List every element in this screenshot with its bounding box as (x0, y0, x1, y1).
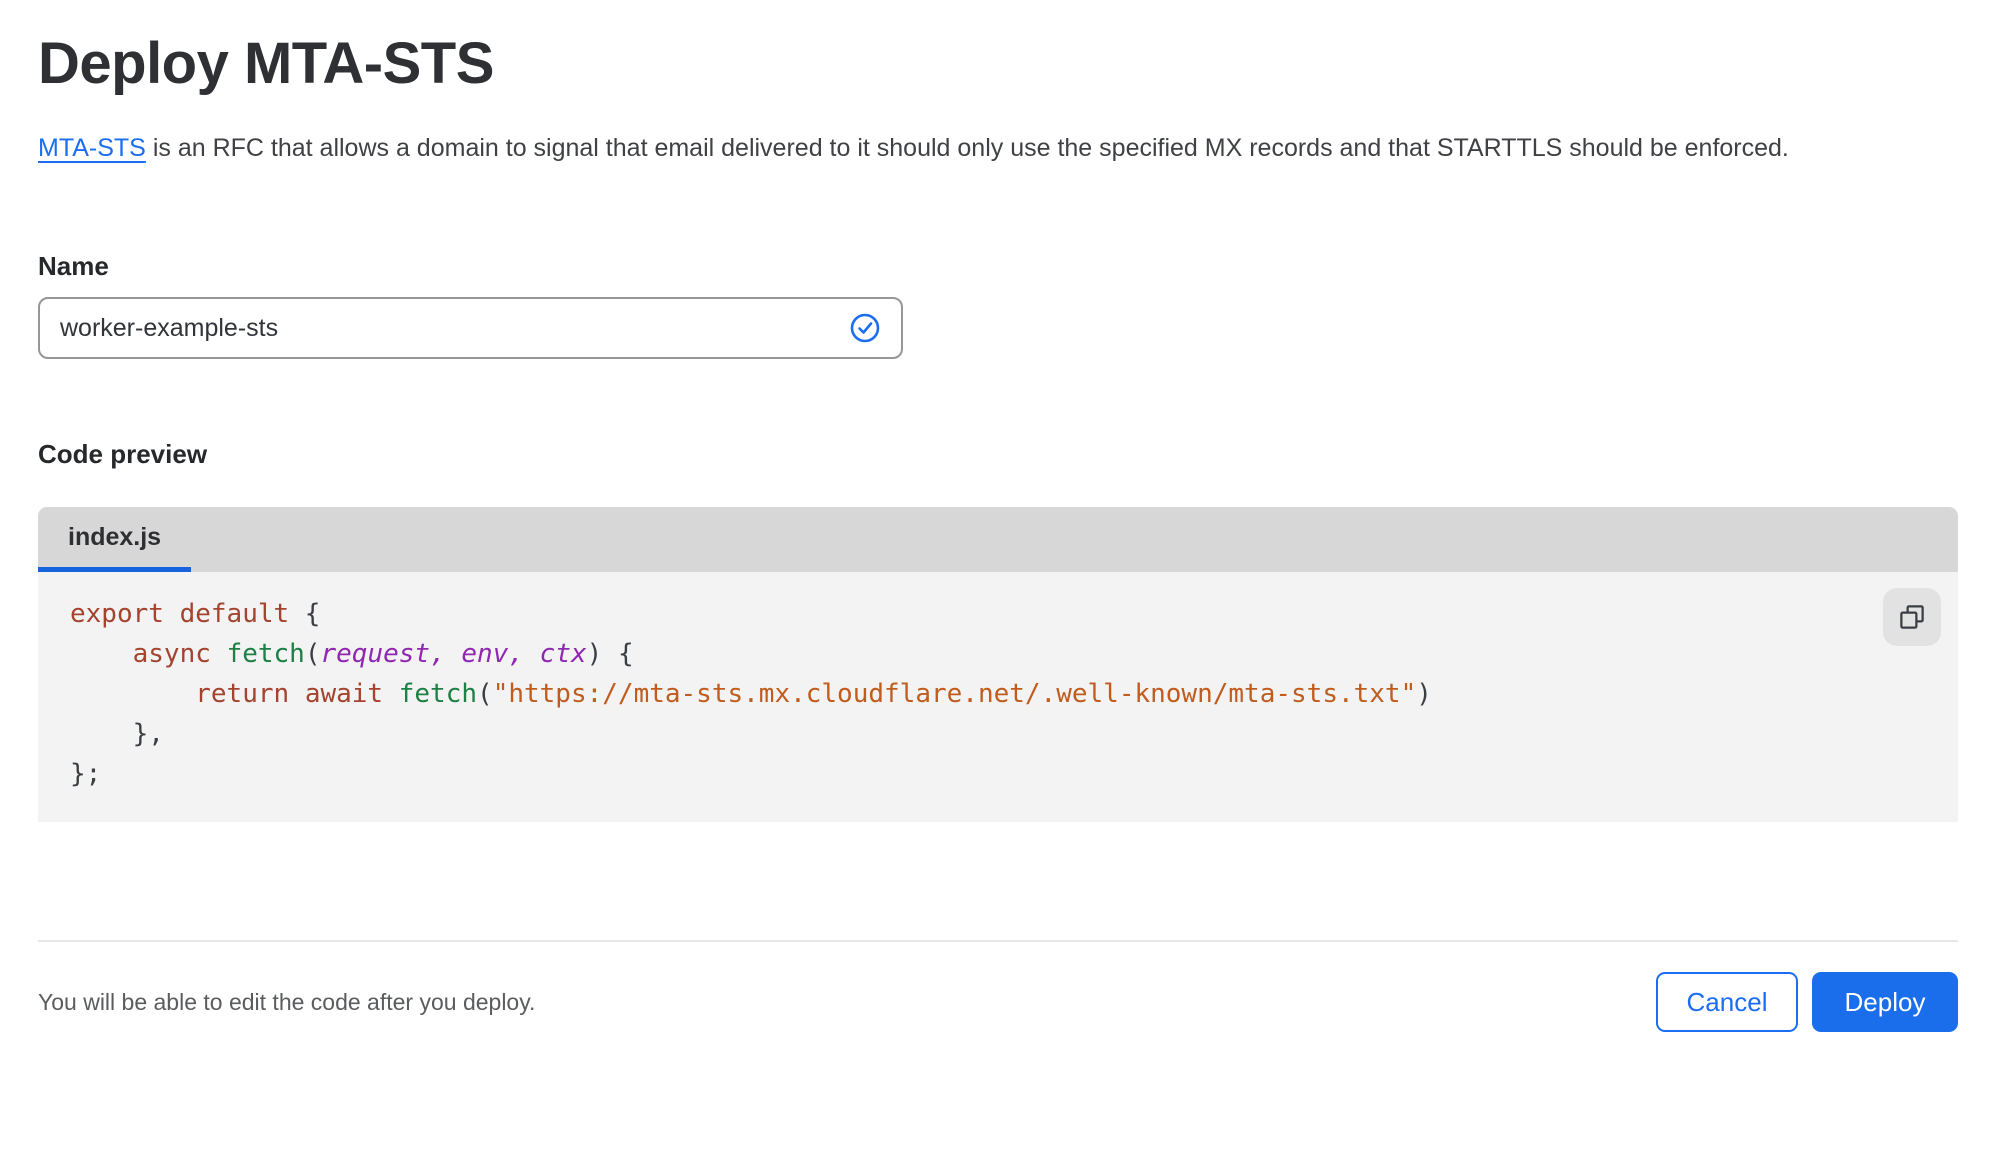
worker-name-input[interactable] (40, 299, 901, 357)
code-editor-preview: export default { async fetch(request, en… (38, 572, 1958, 822)
cancel-button[interactable]: Cancel (1656, 972, 1798, 1032)
code-line: export default { (70, 599, 321, 629)
check-circle-icon (850, 313, 880, 343)
code-line: }, (70, 719, 164, 749)
copy-code-button[interactable] (1883, 588, 1941, 646)
code-preview-label: Code preview (38, 439, 208, 469)
code-line: return await fetch("https://mta-sts.mx.c… (195, 679, 1432, 709)
code-preview-card: index.js export default { async fetch(re… (38, 507, 1958, 822)
copy-icon (1900, 605, 1924, 629)
intro-paragraph: MTA-STS is an RFC that allows a domain t… (38, 126, 1928, 171)
name-input-wrap (38, 297, 903, 359)
mta-sts-link[interactable]: MTA-STS (38, 134, 146, 162)
footer-note: You will be able to edit the code after … (38, 988, 536, 1015)
code-line: }; (70, 759, 102, 789)
deploy-mta-sts-page: Deploy MTA-STS MTA-STS is an RFC that al… (0, 34, 1999, 1032)
code-lines: export default { async fetch(request, en… (70, 594, 1958, 794)
intro-text: is an RFC that allows a domain to signal… (145, 134, 1789, 162)
code-tabbar: index.js (38, 507, 1958, 572)
tab-index-js[interactable]: index.js (38, 507, 192, 572)
tab-label: index.js (68, 522, 162, 551)
name-label: Name (38, 251, 109, 281)
footer-actions: Cancel Deploy (1656, 972, 1958, 1032)
footer-divider (38, 940, 1958, 942)
deploy-button[interactable]: Deploy (1812, 972, 1958, 1032)
footer: You will be able to edit the code after … (38, 972, 1958, 1032)
code-line: async fetch(request, env, ctx) { (132, 639, 634, 669)
page-title: Deploy MTA-STS (38, 31, 494, 96)
